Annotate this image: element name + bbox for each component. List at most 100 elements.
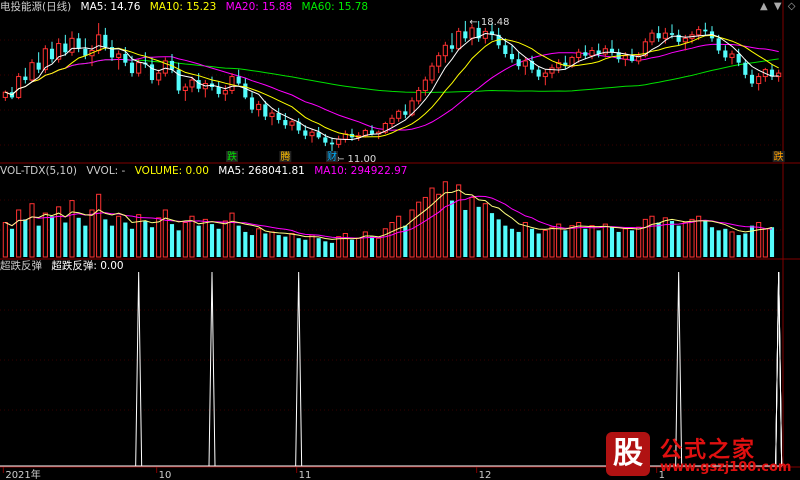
ma10-value: MA10: 15.23: [149, 1, 217, 13]
candle-body: [442, 44, 448, 57]
candle-body: [236, 76, 241, 84]
volume-bar: [463, 209, 468, 257]
candle-body: [269, 112, 275, 118]
signal-spike: [295, 271, 303, 467]
candle-body: [336, 138, 342, 145]
event-marker: 财: [327, 150, 337, 163]
x-axis-label: 2021年: [5, 468, 40, 480]
volume-bar: [662, 217, 668, 258]
volume-bar: [476, 206, 481, 257]
volume-bar: [602, 223, 608, 258]
volume-bar: [16, 209, 22, 258]
volume-bar: [323, 241, 328, 257]
volume-bar: [496, 219, 501, 257]
volume-bar: [96, 193, 102, 258]
volume-bar: [716, 230, 721, 257]
volume-bar: [176, 230, 181, 257]
volume-bar: [656, 222, 661, 257]
candle-body: [456, 30, 462, 50]
volume-bar: [182, 222, 188, 258]
volume-bar: [589, 225, 595, 258]
volume-bar: [9, 228, 15, 257]
candle-body: [96, 34, 102, 52]
candle-body: [249, 97, 255, 110]
volume-bar: [229, 212, 235, 258]
window-controls: ▲ ▼ ◇: [760, 1, 795, 12]
candle-body: [216, 87, 221, 94]
volume-bar: [116, 215, 122, 258]
volume-bar: [709, 227, 715, 257]
volume-bar: [429, 187, 435, 258]
stock-chart: ← 18.48← 11.00跌腾财跌2021年 10 11 12 1: [0, 0, 800, 480]
volume-bar: [396, 215, 402, 258]
candle-body: [463, 31, 468, 39]
volume-bar: [529, 228, 535, 257]
volume-bar: [103, 219, 108, 257]
volume-bar: [209, 224, 215, 257]
candle-body: [63, 43, 68, 53]
candle-body: [329, 142, 335, 145]
volume-bar: [36, 225, 41, 257]
volume-bar: [389, 222, 395, 258]
ma20-value: MA20: 15.88: [225, 1, 293, 13]
volume-bar: [622, 228, 628, 258]
volume-bar: [382, 228, 388, 258]
volume-bar: [309, 234, 315, 258]
volume-bar: [196, 225, 201, 257]
candle-body: [189, 79, 195, 88]
event-marker: 跌: [774, 150, 784, 163]
scroll-up-icon[interactable]: ▲: [760, 1, 768, 12]
volume-bar: [143, 220, 148, 257]
scroll-down-icon[interactable]: ▼: [774, 1, 782, 12]
candle-body: [436, 55, 442, 67]
candle-body: [549, 67, 555, 74]
candle-body: [482, 30, 488, 39]
close-icon[interactable]: ◇: [788, 1, 796, 12]
volume-bar: [583, 228, 588, 257]
candle-body: [123, 53, 128, 63]
candle-body: [703, 29, 708, 32]
price-panel-header: 电投能源(日线) MA5: 14.76 MA10: 15.23 MA20: 15…: [0, 1, 374, 14]
signal-spike: [135, 271, 143, 467]
candle-body: [469, 27, 475, 39]
volume-bar: [42, 212, 48, 258]
volume-bar: [669, 220, 675, 257]
candle-body: [309, 131, 315, 137]
volume-bar: [629, 230, 635, 257]
volume-bar: [109, 225, 115, 257]
volume-bar: [762, 228, 768, 258]
candle-body: [629, 55, 635, 61]
signal-spike: [208, 271, 216, 467]
candle-body: [182, 86, 188, 91]
candle-body: [29, 62, 35, 81]
volume-bar: [676, 225, 681, 257]
candle-body: [256, 103, 262, 111]
event-marker: 腾: [280, 150, 290, 163]
candle-body: [83, 48, 88, 56]
volume-bar: [189, 215, 195, 258]
volume-bar: [516, 231, 521, 257]
volume-bar: [76, 217, 81, 257]
volume-bar: [336, 236, 342, 258]
volume-bar: [156, 217, 162, 258]
candle-body: [522, 60, 528, 67]
volume-bar: [169, 224, 175, 257]
volume-bar: [349, 239, 355, 257]
volume-bar: [522, 222, 528, 258]
volume-bar: [63, 222, 68, 257]
candle-body: [696, 29, 702, 36]
candle-body: [76, 38, 81, 49]
volume-bar: [509, 228, 515, 257]
volume-bar: [376, 237, 382, 258]
watermark-logo: 股 公式之家 www.gszj100.com: [550, 430, 800, 480]
volume-bar: [569, 225, 575, 258]
volume-bar: [89, 209, 95, 258]
ma5-value: MA5: 14.76: [80, 1, 141, 13]
volume-bar: [696, 215, 702, 258]
volume-value: VOLUME: 0.00: [134, 165, 209, 177]
volume-bar: [649, 215, 655, 258]
indicator-title: 超跌反弹: [0, 260, 42, 272]
candle-body: [509, 53, 515, 60]
event-marker: 跌: [227, 150, 237, 163]
volume-bar: [449, 200, 455, 257]
